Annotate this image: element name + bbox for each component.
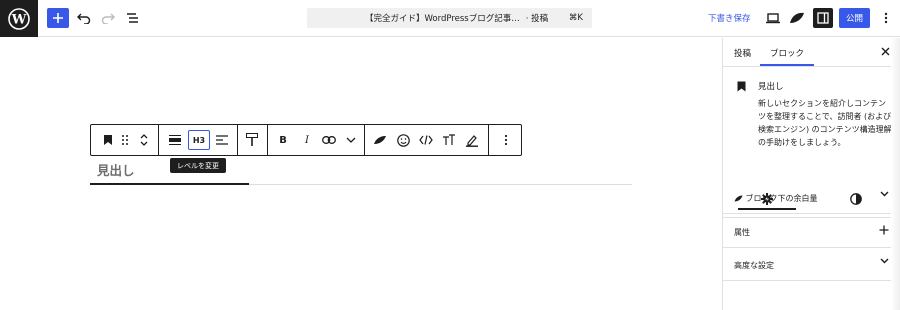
sidebar-tabs: 投稿 ブロック (723, 38, 900, 67)
panel-advanced[interactable]: 高度な設定 (723, 248, 900, 281)
plugin-leaf-icon (734, 195, 743, 202)
italic-icon[interactable]: I (298, 125, 316, 155)
panel-label-wrap: ブロック下の余白量 (734, 193, 818, 204)
heading-level-button[interactable]: H3 (188, 130, 210, 150)
move-up-down-icon[interactable] (135, 125, 153, 155)
active-tab-indicator (760, 64, 814, 66)
toolbar-divider (267, 125, 268, 155)
heading-block-placeholder[interactable]: 見出し (97, 160, 135, 179)
toolbar-divider (237, 125, 238, 155)
bold-icon[interactable]: B (274, 125, 292, 155)
chevron-down-icon (880, 258, 889, 264)
toolbar-divider (364, 125, 365, 155)
save-draft-button[interactable]: 下書き保存 (708, 12, 751, 24)
toolbar-divider (158, 125, 159, 155)
chevron-down-icon (880, 191, 889, 197)
document-title: 【完全ガイド】WordPressブログ記事… (365, 14, 520, 24)
link-icon[interactable] (320, 125, 338, 155)
redo-icon[interactable] (97, 8, 119, 28)
plus-icon (879, 225, 889, 235)
undo-icon[interactable] (73, 8, 95, 28)
preview-desktop-icon[interactable] (762, 8, 784, 28)
tab-block[interactable]: ブロック (770, 47, 804, 59)
heading-focus-line (90, 183, 249, 185)
publish-button[interactable]: 公開 (839, 8, 870, 28)
chevron-down-icon[interactable] (344, 125, 358, 155)
plugin-leaf-icon[interactable] (786, 8, 808, 28)
code-icon[interactable] (416, 125, 436, 155)
command-shortcut: ⌘K (568, 13, 583, 23)
close-icon[interactable] (881, 47, 890, 56)
highlight-icon[interactable] (462, 125, 482, 155)
bookmark-icon (737, 81, 746, 92)
document-type: · 投稿 (525, 14, 549, 24)
panel-block-spacing[interactable]: ブロック下の余白量 (723, 181, 900, 214)
transform-block-icon[interactable] (166, 125, 184, 155)
align-left-icon[interactable] (213, 125, 231, 155)
panel-label: ブロック下の余白量 (745, 194, 818, 203)
sidebar-scroll-edge (891, 38, 900, 310)
tab-post[interactable]: 投稿 (734, 47, 751, 59)
panel-label: 属性 (734, 228, 750, 237)
block-description: 新しいセクションを紹介しコンテンツを整理することで、訪問者 (および検索エンジン… (758, 99, 892, 147)
panel-attributes[interactable]: 属性 (723, 215, 900, 248)
svg-text:W: W (11, 12, 27, 27)
settings-sidebar: 投稿 ブロック 見出し 新しいセクションを紹介しコンテンツを整理することで、訪問… (722, 38, 900, 310)
toolbar-divider (488, 125, 489, 155)
wordpress-logo-icon[interactable]: W (0, 0, 38, 37)
paint-roller-icon[interactable] (243, 125, 261, 155)
add-block-button[interactable] (47, 8, 69, 28)
document-title-bar[interactable]: 【完全ガイド】WordPressブログ記事… · 投稿 ⌘K (307, 8, 592, 28)
emoji-icon[interactable] (393, 125, 413, 155)
settings-sidebar-toggle[interactable] (813, 8, 833, 28)
block-options-icon[interactable] (496, 125, 516, 155)
panel-label: 高度な設定 (734, 261, 774, 270)
bookmark-icon[interactable] (99, 125, 117, 155)
editor-header: W 【完全ガイド】WordPressブログ記事… · 投稿 ⌘K 下書き保存 公… (0, 0, 900, 37)
plugin-leaf-icon[interactable] (370, 125, 390, 155)
document-overview-icon[interactable] (122, 8, 144, 28)
block-title: 見出し (758, 82, 784, 92)
more-options-icon[interactable] (875, 8, 897, 28)
text-size-icon[interactable] (439, 125, 459, 155)
drag-handle-icon[interactable] (118, 125, 132, 155)
block-toolbar: H3 B I (90, 124, 522, 156)
tooltip: レベルを変更 (170, 158, 226, 173)
